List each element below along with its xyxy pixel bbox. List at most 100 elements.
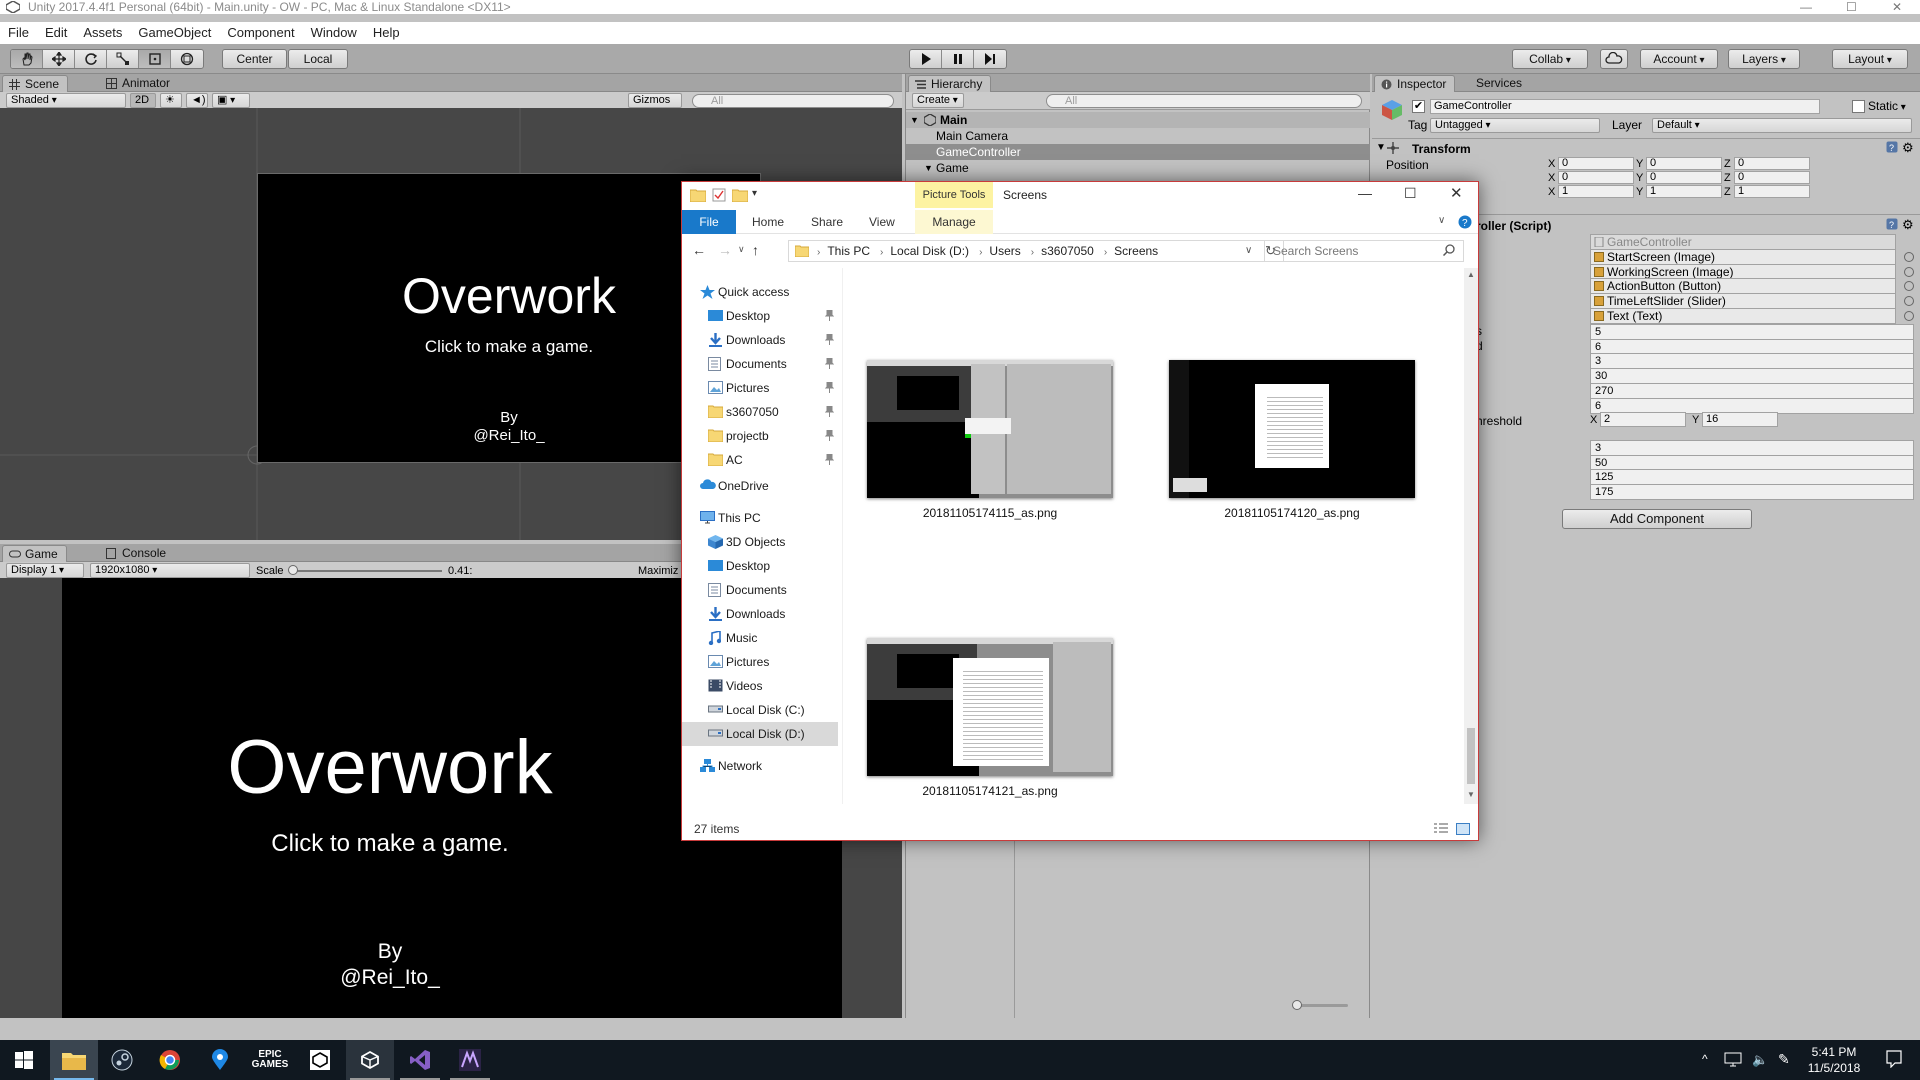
object-picker-icon[interactable] (1904, 252, 1914, 262)
active-checkbox[interactable]: ✔ (1412, 100, 1425, 113)
shading-dropdown[interactable]: Shaded (6, 93, 126, 108)
explorer-maximize-icon[interactable]: ☐ (1404, 185, 1417, 202)
notification-center-icon[interactable] (1886, 1050, 1902, 1068)
help-icon[interactable]: ? (1458, 215, 1472, 229)
number-field[interactable]: 6 (1590, 338, 1914, 355)
breadcrumb-separator-icon[interactable]: › (979, 247, 982, 258)
effects-dropdown[interactable]: ▣ (212, 93, 250, 108)
new-folder-icon[interactable] (732, 188, 748, 202)
scroll-down-icon[interactable]: ▼ (1467, 790, 1475, 799)
settings-gear-icon[interactable]: ⚙ (1902, 140, 1914, 156)
menu-assets[interactable]: Assets (75, 22, 130, 40)
explorer-search-input[interactable]: Search Screens (1264, 240, 1464, 262)
hierarchy-item-gamecontroller[interactable]: GameController (906, 144, 1370, 160)
object-picker-icon[interactable] (1904, 296, 1914, 307)
nav-pc-item[interactable]: Documents (682, 578, 838, 602)
hand-tool-icon[interactable] (11, 50, 43, 68)
taskbar-steam[interactable] (98, 1040, 146, 1080)
explorer-scrollbar[interactable]: ▲ ▼ (1464, 268, 1478, 804)
nav-quick-item[interactable]: s3607050 (682, 400, 838, 424)
number-field[interactable]: 125 (1590, 469, 1914, 486)
gizmos-dropdown[interactable]: Gizmos (628, 93, 682, 108)
customize-toolbar-icon[interactable]: ▾ (752, 188, 757, 199)
rotate-tool-icon[interactable] (75, 50, 107, 68)
transform-y-field[interactable]: 0 (1646, 157, 1722, 170)
object-picker-icon[interactable] (1904, 266, 1914, 277)
number-field[interactable]: 3 (1590, 440, 1914, 456)
ribbon-tab-manage[interactable]: Manage (915, 210, 993, 234)
pin-icon[interactable] (825, 334, 834, 345)
scale-slider-thumb[interactable] (288, 565, 298, 575)
scale-tool-icon[interactable] (107, 50, 139, 68)
pin-icon[interactable] (825, 454, 834, 465)
taskbar-maps[interactable] (196, 1040, 244, 1080)
recent-locations-icon[interactable]: ∨ (738, 244, 745, 255)
breadcrumb-separator-icon[interactable]: › (880, 247, 883, 258)
nav-pc-item[interactable]: Videos (682, 674, 838, 698)
transform-y-field[interactable]: 1 (1646, 185, 1722, 198)
display-dropdown[interactable]: Display 1 (6, 563, 84, 578)
nav-quick-access[interactable]: Quick access (682, 280, 838, 304)
tab-inspector[interactable]: Inspector (1374, 75, 1456, 92)
file-thumbnail[interactable] (867, 360, 1113, 498)
taskbar-chrome[interactable] (146, 1040, 194, 1080)
taskbar-epic-games[interactable]: EPIC GAMES (246, 1040, 294, 1080)
file-thumbnail[interactable] (867, 638, 1113, 776)
collab-button[interactable]: Collab (1512, 49, 1588, 69)
ribbon-tab-view[interactable]: View (869, 210, 895, 234)
address-dropdown-icon[interactable]: ∨ (1245, 241, 1252, 261)
object-reference-field[interactable]: TimeLeftSlider (Slider) (1590, 293, 1896, 310)
explorer-close-icon[interactable]: ✕ (1450, 184, 1463, 202)
expand-triangle-icon[interactable]: ▼ (924, 160, 933, 176)
rect-tool-icon[interactable] (139, 50, 171, 68)
object-reference-field[interactable]: WorkingScreen (Image) (1590, 263, 1896, 280)
number-field[interactable]: 30 (1590, 368, 1914, 385)
close-icon[interactable]: ✕ (1892, 0, 1902, 14)
pen-ink-icon[interactable]: ✎ (1778, 1051, 1790, 1068)
audio-toggle[interactable]: ◄) (186, 93, 208, 108)
transform-x-field[interactable]: 0 (1558, 171, 1634, 184)
transform-y-field[interactable]: 0 (1646, 171, 1722, 184)
transform-tool-icon[interactable] (171, 50, 203, 68)
transform-z-field[interactable]: 0 (1734, 157, 1810, 170)
cloud-button[interactable] (1600, 49, 1628, 69)
nav-quick-item[interactable]: Pictures (682, 376, 838, 400)
taskbar-game-app[interactable] (446, 1040, 494, 1080)
start-button[interactable] (0, 1040, 48, 1080)
tab-game[interactable]: Game (2, 545, 67, 562)
transform-x-field[interactable]: 1 (1558, 185, 1634, 198)
pivot-center-button[interactable]: Center (222, 49, 287, 69)
threshold-y-field[interactable]: 16 (1702, 412, 1778, 427)
pin-icon[interactable] (825, 358, 834, 369)
nav-quick-item[interactable]: Downloads (682, 328, 838, 352)
nav-pc-item[interactable]: Pictures (682, 650, 838, 674)
ribbon-tab-home[interactable]: Home (752, 210, 784, 234)
pin-icon[interactable] (825, 382, 834, 393)
zoom-slider[interactable] (1292, 1000, 1348, 1010)
menu-help[interactable]: Help (365, 22, 408, 40)
breadcrumb-item[interactable]: Screens (1114, 244, 1158, 258)
scale-slider[interactable] (288, 565, 442, 575)
tab-console[interactable]: Console (100, 545, 174, 562)
number-field[interactable]: 50 (1590, 454, 1914, 471)
number-field[interactable]: 5 (1590, 324, 1914, 340)
pause-icon[interactable] (942, 50, 974, 68)
menu-component[interactable]: Component (219, 22, 302, 40)
taskbar-clock[interactable]: 5:41 PM 11/5/2018 (1798, 1044, 1870, 1076)
layers-button[interactable]: Layers (1728, 49, 1800, 69)
settings-gear-icon[interactable]: ⚙ (1902, 217, 1914, 233)
breadcrumb-item[interactable]: This PC (827, 244, 870, 258)
tab-services[interactable]: Services (1468, 75, 1530, 92)
mode-2d-toggle[interactable]: 2D (130, 93, 156, 108)
transform-fold-icon[interactable]: ▼ (1376, 142, 1386, 153)
menu-edit[interactable]: Edit (37, 22, 75, 40)
pivot-local-button[interactable]: Local (288, 49, 348, 69)
nav-pc-item[interactable]: 3D Objects (682, 530, 838, 554)
object-name-field[interactable]: GameController (1430, 99, 1820, 114)
zoom-slider-thumb[interactable] (1292, 1000, 1302, 1010)
transform-z-field[interactable]: 1 (1734, 185, 1810, 198)
properties-icon[interactable] (712, 188, 726, 202)
number-field[interactable]: 270 (1590, 382, 1914, 399)
scroll-up-icon[interactable]: ▲ (1467, 270, 1475, 279)
object-picker-icon[interactable] (1904, 310, 1914, 321)
